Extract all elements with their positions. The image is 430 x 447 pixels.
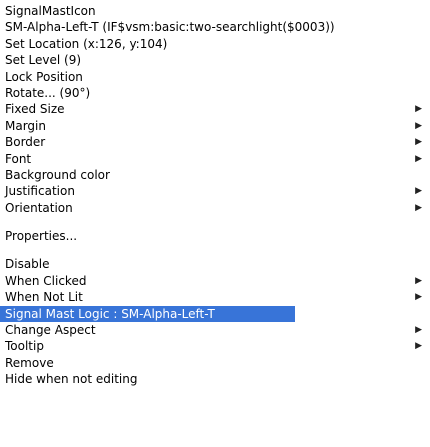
when-not-lit-label: When Not Lit — [5, 290, 83, 305]
justification-item[interactable]: Justification ▶ — [0, 183, 430, 199]
submenu-arrow-icon: ▶ — [415, 186, 422, 197]
submenu-arrow-icon: ▶ — [415, 104, 422, 115]
font-item[interactable]: Font ▶ — [0, 151, 430, 167]
submenu-arrow-icon: ▶ — [415, 137, 422, 148]
signal-mast-logic-item[interactable]: Signal Mast Logic : SM-Alpha-Left-T — [0, 305, 295, 323]
margin-item[interactable]: Margin ▶ — [0, 118, 430, 134]
submenu-arrow-icon: ▶ — [415, 341, 422, 352]
lock-position-item[interactable]: Lock Position — [0, 69, 430, 85]
disable-item[interactable]: Disable — [0, 256, 430, 272]
change-aspect-item[interactable]: Change Aspect ▶ — [0, 322, 430, 338]
menu-separator — [0, 216, 430, 228]
context-menu: SignalMastIcon SM-Alpha-Left-T (IF$vsm:b… — [0, 0, 430, 447]
change-aspect-label: Change Aspect — [5, 323, 96, 338]
fixed-size-item[interactable]: Fixed Size ▶ — [0, 101, 430, 117]
rotate-item[interactable]: Rotate... (90°) — [0, 85, 430, 101]
submenu-arrow-icon: ▶ — [415, 120, 422, 131]
set-level-item[interactable]: Set Level (9) — [0, 52, 430, 68]
submenu-arrow-icon: ▶ — [415, 202, 422, 213]
font-label: Font — [5, 151, 32, 166]
submenu-arrow-icon: ▶ — [415, 325, 422, 336]
fixed-size-label: Fixed Size — [5, 102, 65, 117]
menu-header-title: SignalMastIcon — [5, 4, 96, 18]
hide-when-not-editing-item[interactable]: Hide when not editing — [0, 371, 430, 387]
tooltip-label: Tooltip — [5, 339, 44, 354]
submenu-arrow-icon: ▶ — [415, 292, 422, 303]
border-label: Border — [5, 135, 46, 150]
when-clicked-item[interactable]: When Clicked ▶ — [0, 273, 430, 289]
justification-label: Justification — [5, 184, 75, 199]
menu-separator — [0, 244, 430, 256]
submenu-arrow-icon: ▶ — [415, 275, 422, 286]
margin-label: Margin — [5, 118, 46, 133]
properties-item[interactable]: Properties... — [0, 228, 430, 244]
set-location-item[interactable]: Set Location (x:126, y:104) — [0, 36, 430, 52]
orientation-label: Orientation — [5, 200, 73, 215]
when-not-lit-item[interactable]: When Not Lit ▶ — [0, 289, 430, 305]
when-clicked-label: When Clicked — [5, 273, 87, 288]
submenu-arrow-icon: ▶ — [415, 153, 422, 164]
border-item[interactable]: Border ▶ — [0, 134, 430, 150]
menu-header-subtitle: SM-Alpha-Left-T (IF$vsm:basic:two-search… — [5, 20, 335, 35]
orientation-item[interactable]: Orientation ▶ — [0, 200, 430, 216]
remove-item[interactable]: Remove — [0, 355, 430, 371]
tooltip-item[interactable]: Tooltip ▶ — [0, 338, 430, 354]
background-color-item[interactable]: Background color — [0, 167, 430, 183]
